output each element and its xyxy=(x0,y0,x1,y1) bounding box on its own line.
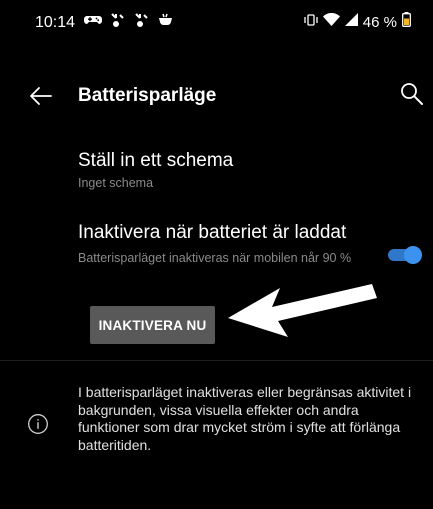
search-icon xyxy=(398,83,426,112)
toggle-thumb xyxy=(404,246,422,264)
notification-icons xyxy=(84,12,174,28)
rewards-icon xyxy=(134,12,150,28)
info-text: I batterisparläget inaktiveras eller beg… xyxy=(78,384,412,453)
info-icon xyxy=(27,413,49,435)
annotation-arrow-icon xyxy=(220,278,380,340)
divider xyxy=(0,360,433,361)
back-button[interactable] xyxy=(28,83,54,109)
game-controller-icon xyxy=(84,13,102,27)
schedule-title: Ställ in ett schema xyxy=(78,150,234,171)
signal-icon xyxy=(344,13,358,31)
schedule-setting[interactable]: Ställ in ett schema Inget schema xyxy=(0,138,433,208)
page-title: Batterisparläge xyxy=(78,85,217,106)
wifi-icon xyxy=(322,12,340,31)
disable-when-charged-subtitle: Batterisparläget inaktiveras när mobilen… xyxy=(78,251,352,265)
arrow-left-icon xyxy=(28,87,54,113)
disable-now-button[interactable]: INAKTIVERA NU xyxy=(90,306,215,344)
battery-percent: 46 % xyxy=(362,13,397,31)
search-button[interactable] xyxy=(398,80,426,108)
cup-icon xyxy=(158,13,174,27)
status-time: 10:14 xyxy=(35,14,76,31)
status-bar: 10:14 46 % xyxy=(0,0,433,46)
disable-when-charged-toggle[interactable] xyxy=(388,246,422,264)
schedule-subtitle: Inget schema xyxy=(78,176,154,190)
disable-when-charged-title: Inaktivera när batteriet är laddat xyxy=(78,222,347,243)
battery-icon xyxy=(402,12,411,32)
status-icons: 46 % xyxy=(304,12,411,32)
vibrate-icon xyxy=(304,13,318,32)
rewards-icon xyxy=(110,12,126,28)
